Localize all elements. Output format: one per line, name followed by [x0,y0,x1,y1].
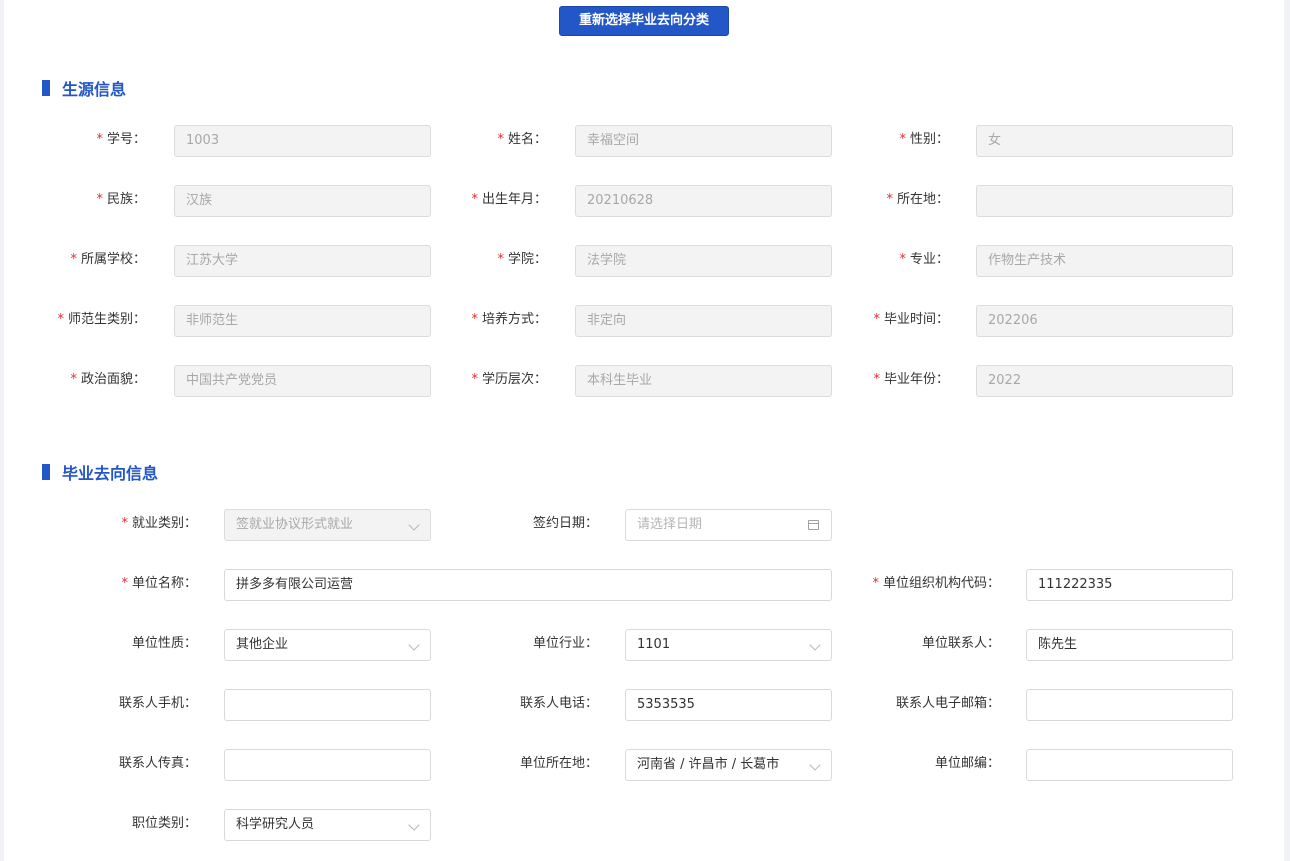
form-page: 重新选择毕业去向分类 生源信息 * 学号： 1003 * 姓名： 幸福空间 * 性别：… [4,0,1284,861]
label-contact-email: 联系人电子邮箱： [895,696,1000,711]
label-company-location: 单位所在地： [519,756,598,771]
education-level-field[interactable]: 本科生毕业 [575,365,832,397]
company-name-input[interactable]: 拼多多有限公司运营 [224,569,832,601]
contact-email-input[interactable] [1026,689,1233,721]
chevron-down-icon [408,819,420,831]
section-title-text: 毕业去向信息 [62,464,159,483]
contact-person-input[interactable]: 陈先生 [1026,629,1233,661]
label-major: * 专业： [899,252,949,267]
section-marker-icon [42,80,50,96]
label-contact-mobile: 联系人手机： [118,696,197,711]
major-field[interactable]: 作物生产技术 [976,245,1233,277]
label-postcode: 单位邮编： [934,756,1000,771]
contact-mobile-input[interactable] [224,689,431,721]
label-contact-fax: 联系人传真： [118,756,197,771]
gender-field[interactable]: 女 [976,125,1233,157]
label-employment-type: * 就业类别： [121,516,197,531]
job-category-select[interactable]: 科学研究人员 [224,809,431,841]
label-ethnicity: * 民族： [96,192,146,207]
postcode-input[interactable] [1026,749,1233,781]
label-contact-person: 单位联系人： [921,636,1000,651]
section-title-source-info: 生源信息 [42,78,127,99]
graduation-time-field[interactable]: 202206 [976,305,1233,337]
company-location-cascader[interactable]: 河南省 / 许昌市 / 长葛市 [625,749,832,781]
section-title-destination-info: 毕业去向信息 [42,462,159,483]
normal-student-type-field[interactable]: 非师范生 [174,305,431,337]
calendar-icon [808,520,819,530]
contact-fax-input[interactable] [224,749,431,781]
label-graduation-time: * 毕业时间： [873,312,949,327]
name-field[interactable]: 幸福空间 [575,125,832,157]
label-location: * 所在地： [886,192,949,207]
student-id-field[interactable]: 1003 [174,125,431,157]
company-nature-select[interactable]: 其他企业 [224,629,431,661]
label-company-nature: 单位性质： [131,636,197,651]
label-education-level: * 学历层次： [471,372,547,387]
section-marker-icon [42,464,50,480]
label-gender: * 性别： [899,132,949,147]
reselect-category-button[interactable]: 重新选择毕业去向分类 [559,6,729,36]
employment-type-select[interactable]: 签就业协议形式就业 [224,509,431,541]
label-org-code: * 单位组织机构代码： [872,576,1000,591]
label-student-id: * 学号： [96,132,146,147]
sign-date-picker[interactable]: 请选择日期 [625,509,832,541]
political-status-field[interactable]: 中国共产党党员 [174,365,431,397]
label-industry: 单位行业： [532,636,598,651]
label-sign-date: 签约日期： [532,516,598,531]
label-job-category: 职位类别： [131,816,197,831]
school-field[interactable]: 江苏大学 [174,245,431,277]
label-company-name: * 单位名称： [121,576,197,591]
section-title-text: 生源信息 [62,80,127,99]
org-code-input[interactable]: 111222335 [1026,569,1233,601]
label-school: * 所属学校： [70,252,146,267]
industry-select[interactable]: 1101 [625,629,832,661]
ethnicity-field[interactable]: 汉族 [174,185,431,217]
birth-date-field[interactable]: 20210628 [575,185,832,217]
label-birth-date: * 出生年月： [471,192,547,207]
location-field[interactable] [976,185,1233,217]
label-graduation-year: * 毕业年份： [873,372,949,387]
label-training-mode: * 培养方式： [471,312,547,327]
label-normal-student-type: * 师范生类别： [57,312,146,327]
college-field[interactable]: 法学院 [575,245,832,277]
label-college: * 学院： [497,252,547,267]
graduation-year-field[interactable]: 2022 [976,365,1233,397]
contact-phone-input[interactable]: 5353535 [625,689,832,721]
label-political-status: * 政治面貌： [70,372,146,387]
label-name: * 姓名： [497,132,547,147]
training-mode-field[interactable]: 非定向 [575,305,832,337]
label-contact-phone: 联系人电话： [519,696,598,711]
